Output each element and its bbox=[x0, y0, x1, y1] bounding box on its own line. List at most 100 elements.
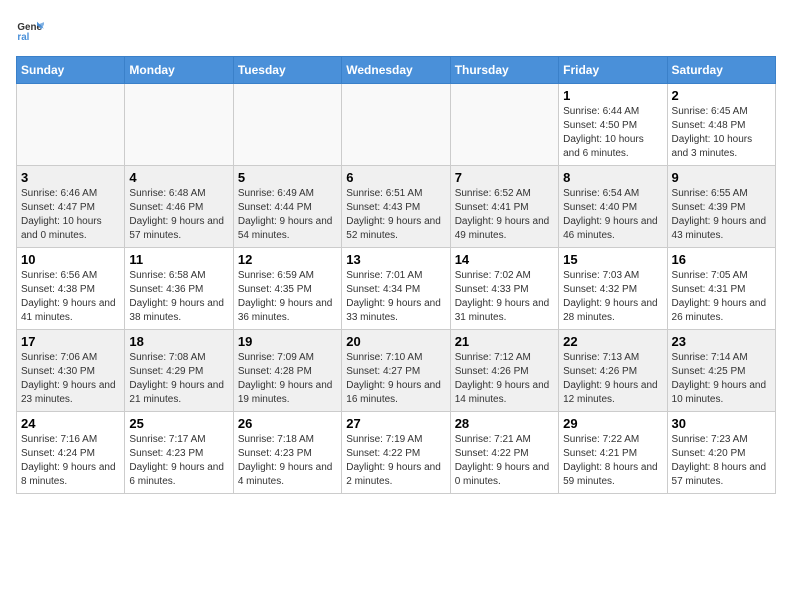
day-number: 30 bbox=[672, 416, 771, 431]
day-number: 20 bbox=[346, 334, 445, 349]
day-info: Sunrise: 6:48 AM Sunset: 4:46 PM Dayligh… bbox=[129, 187, 228, 243]
calendar-cell: 16 Sunrise: 7:05 AM Sunset: 4:31 PM Dayli… bbox=[667, 248, 775, 330]
day-number: 10 bbox=[21, 252, 120, 267]
day-number: 7 bbox=[455, 170, 554, 185]
week-row-2: 3 Sunrise: 6:46 AM Sunset: 4:47 PM Daylig… bbox=[17, 166, 776, 248]
day-info: Sunrise: 7:16 AM Sunset: 4:24 PM Dayligh… bbox=[21, 433, 120, 489]
week-row-1: 1 Sunrise: 6:44 AM Sunset: 4:50 PM Daylig… bbox=[17, 84, 776, 166]
logo-icon: Gene ral bbox=[16, 16, 44, 44]
col-header-sunday: Sunday bbox=[17, 57, 125, 84]
calendar-cell: 7 Sunrise: 6:52 AM Sunset: 4:41 PM Daylig… bbox=[450, 166, 558, 248]
header-row: SundayMondayTuesdayWednesdayThursdayFrid… bbox=[17, 57, 776, 84]
day-number: 16 bbox=[672, 252, 771, 267]
calendar-cell: 20 Sunrise: 7:10 AM Sunset: 4:27 PM Dayli… bbox=[342, 330, 450, 412]
day-info: Sunrise: 6:44 AM Sunset: 4:50 PM Dayligh… bbox=[563, 105, 662, 161]
day-info: Sunrise: 6:52 AM Sunset: 4:41 PM Dayligh… bbox=[455, 187, 554, 243]
day-info: Sunrise: 7:14 AM Sunset: 4:25 PM Dayligh… bbox=[672, 351, 771, 407]
day-info: Sunrise: 7:13 AM Sunset: 4:26 PM Dayligh… bbox=[563, 351, 662, 407]
logo: Gene ral bbox=[16, 16, 48, 44]
day-number: 1 bbox=[563, 88, 662, 103]
day-number: 8 bbox=[563, 170, 662, 185]
day-number: 24 bbox=[21, 416, 120, 431]
day-number: 13 bbox=[346, 252, 445, 267]
day-info: Sunrise: 7:18 AM Sunset: 4:23 PM Dayligh… bbox=[238, 433, 337, 489]
calendar-cell: 13 Sunrise: 7:01 AM Sunset: 4:34 PM Dayli… bbox=[342, 248, 450, 330]
day-number: 26 bbox=[238, 416, 337, 431]
col-header-saturday: Saturday bbox=[667, 57, 775, 84]
week-row-4: 17 Sunrise: 7:06 AM Sunset: 4:30 PM Dayli… bbox=[17, 330, 776, 412]
calendar-cell: 19 Sunrise: 7:09 AM Sunset: 4:28 PM Dayli… bbox=[233, 330, 341, 412]
day-number: 19 bbox=[238, 334, 337, 349]
day-info: Sunrise: 6:49 AM Sunset: 4:44 PM Dayligh… bbox=[238, 187, 337, 243]
day-info: Sunrise: 7:09 AM Sunset: 4:28 PM Dayligh… bbox=[238, 351, 337, 407]
calendar-cell: 12Sunrise: 6:59 AM Sunset: 4:35 PM Dayli… bbox=[233, 248, 341, 330]
col-header-tuesday: Tuesday bbox=[233, 57, 341, 84]
day-number: 15 bbox=[563, 252, 662, 267]
day-number: 27 bbox=[346, 416, 445, 431]
calendar-cell: 9Sunrise: 6:55 AM Sunset: 4:39 PM Daylig… bbox=[667, 166, 775, 248]
col-header-monday: Monday bbox=[125, 57, 233, 84]
page-header: Gene ral bbox=[16, 16, 776, 44]
day-info: Sunrise: 7:08 AM Sunset: 4:29 PM Dayligh… bbox=[129, 351, 228, 407]
calendar-cell: 14 Sunrise: 7:02 AM Sunset: 4:33 PM Dayli… bbox=[450, 248, 558, 330]
calendar-cell: 27Sunrise: 7:19 AM Sunset: 4:22 PM Dayli… bbox=[342, 412, 450, 494]
col-header-wednesday: Wednesday bbox=[342, 57, 450, 84]
day-number: 29 bbox=[563, 416, 662, 431]
calendar-cell bbox=[450, 84, 558, 166]
day-info: Sunrise: 7:01 AM Sunset: 4:34 PM Dayligh… bbox=[346, 269, 445, 325]
calendar-cell bbox=[125, 84, 233, 166]
day-info: Sunrise: 7:23 AM Sunset: 4:20 PM Dayligh… bbox=[672, 433, 771, 489]
day-number: 21 bbox=[455, 334, 554, 349]
day-number: 9 bbox=[672, 170, 771, 185]
day-info: Sunrise: 6:45 AM Sunset: 4:48 PM Dayligh… bbox=[672, 105, 771, 161]
day-info: Sunrise: 7:12 AM Sunset: 4:26 PM Dayligh… bbox=[455, 351, 554, 407]
svg-text:ral: ral bbox=[17, 32, 29, 43]
day-number: 17 bbox=[21, 334, 120, 349]
col-header-thursday: Thursday bbox=[450, 57, 558, 84]
calendar-cell: 21 Sunrise: 7:12 AM Sunset: 4:26 PM Dayli… bbox=[450, 330, 558, 412]
calendar-cell: 17 Sunrise: 7:06 AM Sunset: 4:30 PM Dayli… bbox=[17, 330, 125, 412]
calendar-cell: 3 Sunrise: 6:46 AM Sunset: 4:47 PM Daylig… bbox=[17, 166, 125, 248]
day-number: 4 bbox=[129, 170, 228, 185]
day-info: Sunrise: 7:02 AM Sunset: 4:33 PM Dayligh… bbox=[455, 269, 554, 325]
day-info: Sunrise: 7:05 AM Sunset: 4:31 PM Dayligh… bbox=[672, 269, 771, 325]
day-number: 3 bbox=[21, 170, 120, 185]
day-info: Sunrise: 7:21 AM Sunset: 4:22 PM Dayligh… bbox=[455, 433, 554, 489]
day-number: 22 bbox=[563, 334, 662, 349]
calendar-cell: 5 Sunrise: 6:49 AM Sunset: 4:44 PM Daylig… bbox=[233, 166, 341, 248]
day-number: 14 bbox=[455, 252, 554, 267]
day-number: 6 bbox=[346, 170, 445, 185]
day-info: Sunrise: 6:58 AM Sunset: 4:36 PM Dayligh… bbox=[129, 269, 228, 325]
calendar-cell: 15 Sunrise: 7:03 AM Sunset: 4:32 PM Dayli… bbox=[559, 248, 667, 330]
day-info: Sunrise: 6:46 AM Sunset: 4:47 PM Dayligh… bbox=[21, 187, 120, 243]
calendar-cell bbox=[233, 84, 341, 166]
calendar-cell: 25 Sunrise: 7:17 AM Sunset: 4:23 PM Dayli… bbox=[125, 412, 233, 494]
calendar-cell: 8 Sunrise: 6:54 AM Sunset: 4:40 PM Daylig… bbox=[559, 166, 667, 248]
calendar-cell bbox=[342, 84, 450, 166]
day-number: 12 bbox=[238, 252, 337, 267]
calendar-cell: 22 Sunrise: 7:13 AM Sunset: 4:26 PM Dayli… bbox=[559, 330, 667, 412]
calendar-cell: 11 Sunrise: 6:58 AM Sunset: 4:36 PM Dayli… bbox=[125, 248, 233, 330]
day-info: Sunrise: 7:10 AM Sunset: 4:27 PM Dayligh… bbox=[346, 351, 445, 407]
calendar-cell: 1 Sunrise: 6:44 AM Sunset: 4:50 PM Daylig… bbox=[559, 84, 667, 166]
calendar-table: SundayMondayTuesdayWednesdayThursdayFrid… bbox=[16, 56, 776, 494]
day-info: Sunrise: 7:17 AM Sunset: 4:23 PM Dayligh… bbox=[129, 433, 228, 489]
calendar-cell: 4 Sunrise: 6:48 AM Sunset: 4:46 PM Daylig… bbox=[125, 166, 233, 248]
day-number: 18 bbox=[129, 334, 228, 349]
calendar-cell: 23Sunrise: 7:14 AM Sunset: 4:25 PM Dayli… bbox=[667, 330, 775, 412]
calendar-cell: 29 Sunrise: 7:22 AM Sunset: 4:21 PM Dayli… bbox=[559, 412, 667, 494]
day-info: Sunrise: 7:22 AM Sunset: 4:21 PM Dayligh… bbox=[563, 433, 662, 489]
day-info: Sunrise: 6:51 AM Sunset: 4:43 PM Dayligh… bbox=[346, 187, 445, 243]
day-number: 2 bbox=[672, 88, 771, 103]
calendar-cell: 2 Sunrise: 6:45 AM Sunset: 4:48 PM Daylig… bbox=[667, 84, 775, 166]
day-info: Sunrise: 6:54 AM Sunset: 4:40 PM Dayligh… bbox=[563, 187, 662, 243]
calendar-cell: 26 Sunrise: 7:18 AM Sunset: 4:23 PM Dayli… bbox=[233, 412, 341, 494]
day-info: Sunrise: 7:06 AM Sunset: 4:30 PM Dayligh… bbox=[21, 351, 120, 407]
day-info: Sunrise: 6:56 AM Sunset: 4:38 PM Dayligh… bbox=[21, 269, 120, 325]
calendar-cell: 24 Sunrise: 7:16 AM Sunset: 4:24 PM Dayli… bbox=[17, 412, 125, 494]
day-info: Sunrise: 7:03 AM Sunset: 4:32 PM Dayligh… bbox=[563, 269, 662, 325]
day-number: 11 bbox=[129, 252, 228, 267]
day-number: 5 bbox=[238, 170, 337, 185]
calendar-cell: 28Sunrise: 7:21 AM Sunset: 4:22 PM Dayli… bbox=[450, 412, 558, 494]
day-number: 25 bbox=[129, 416, 228, 431]
